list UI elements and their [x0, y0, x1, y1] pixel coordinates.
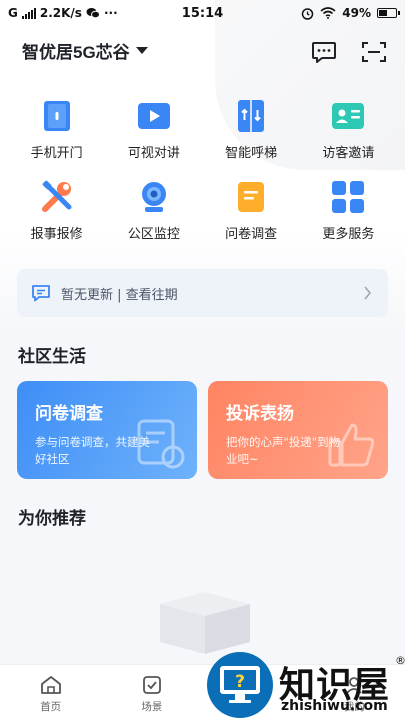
- battery-icon: [377, 8, 400, 18]
- wifi-icon: [320, 7, 336, 19]
- grid-label: 手机开门: [30, 146, 83, 161]
- community-selector[interactable]: 智优居5G芯谷: [22, 38, 148, 63]
- home-icon: [40, 676, 61, 694]
- grid-label: 智能呼梯: [225, 146, 278, 161]
- grid-item-door[interactable]: 手机开门: [8, 98, 105, 161]
- caret-down-icon: [135, 47, 148, 54]
- tab-label: 场景: [141, 701, 163, 713]
- status-bar: G 2.2K/s ··· 15:14 49%: [0, 0, 405, 28]
- svg-text:?: ?: [235, 672, 245, 692]
- grid-label: 问卷调查: [225, 227, 278, 242]
- grid-label: 报事报修: [30, 227, 83, 242]
- visitor-card-icon: [332, 103, 365, 129]
- chevron-right-icon: [364, 286, 372, 300]
- grid-item-monitor[interactable]: 公区监控: [105, 179, 202, 242]
- scan-icon[interactable]: [361, 40, 387, 64]
- function-grid: 手机开门 可视对讲 智能呼梯 访客邀请 报事报修 公区监控 问卷调查 更多服务: [8, 98, 397, 242]
- complaint-card[interactable]: 投诉表扬 把你的心声"投递"到物业吧~: [208, 381, 388, 479]
- battery-percent: 49%: [342, 6, 371, 20]
- grid-label: 更多服务: [322, 227, 375, 242]
- grid-item-intercom[interactable]: 可视对讲: [105, 98, 202, 161]
- watermark-url: zhishiwu.com: [281, 698, 388, 714]
- tab-label: 首页: [40, 701, 62, 713]
- thumbs-up-decoration-icon: [328, 423, 375, 467]
- status-right: 49%: [301, 6, 400, 20]
- grid-item-elevator[interactable]: 智能呼梯: [203, 98, 300, 161]
- door-open-icon: [43, 101, 70, 131]
- tab-scene[interactable]: 场景: [101, 665, 202, 720]
- watermark-registered: ®: [395, 654, 405, 667]
- more-grid-icon: [332, 181, 365, 213]
- camera-icon: [141, 182, 166, 212]
- survey-card[interactable]: 问卷调查 参与问卷调查，共建美好社区: [17, 381, 197, 479]
- grid-item-visitor[interactable]: 访客邀请: [300, 98, 397, 161]
- watermark-logo: ?: [207, 652, 273, 718]
- notice-text: 暂无更新 | 查看往期: [61, 287, 178, 303]
- message-icon[interactable]: [311, 40, 337, 64]
- grid-label: 访客邀请: [322, 146, 375, 161]
- scene-check-icon: [142, 676, 161, 694]
- empty-box-icon: [160, 592, 250, 654]
- grid-item-survey[interactable]: 问卷调查: [203, 179, 300, 242]
- section-title-community-life: 社区生活: [18, 347, 86, 367]
- alarm-icon: [302, 7, 314, 20]
- grid-label: 可视对讲: [127, 146, 180, 161]
- questionnaire-icon: [238, 182, 265, 212]
- grid-item-repair[interactable]: 报事报修: [8, 179, 105, 242]
- grid-label: 公区监控: [127, 227, 180, 242]
- community-name: 智优居5G芯谷: [22, 43, 130, 62]
- grid-item-more[interactable]: 更多服务: [300, 179, 397, 242]
- video-intercom-icon: [137, 103, 170, 129]
- section-title-recommend: 为你推荐: [18, 509, 86, 529]
- notice-message-icon: [32, 285, 50, 302]
- elevator-icon: [238, 100, 265, 132]
- notice-bar[interactable]: 暂无更新 | 查看往期: [17, 269, 388, 317]
- repair-tools-icon: [41, 180, 72, 212]
- monitor-question-icon: ?: [220, 666, 260, 703]
- tab-home[interactable]: 首页: [0, 665, 101, 720]
- watermark: ? 知识屋 ® zhishiwu.com: [207, 650, 405, 720]
- document-decoration-icon: [137, 419, 185, 469]
